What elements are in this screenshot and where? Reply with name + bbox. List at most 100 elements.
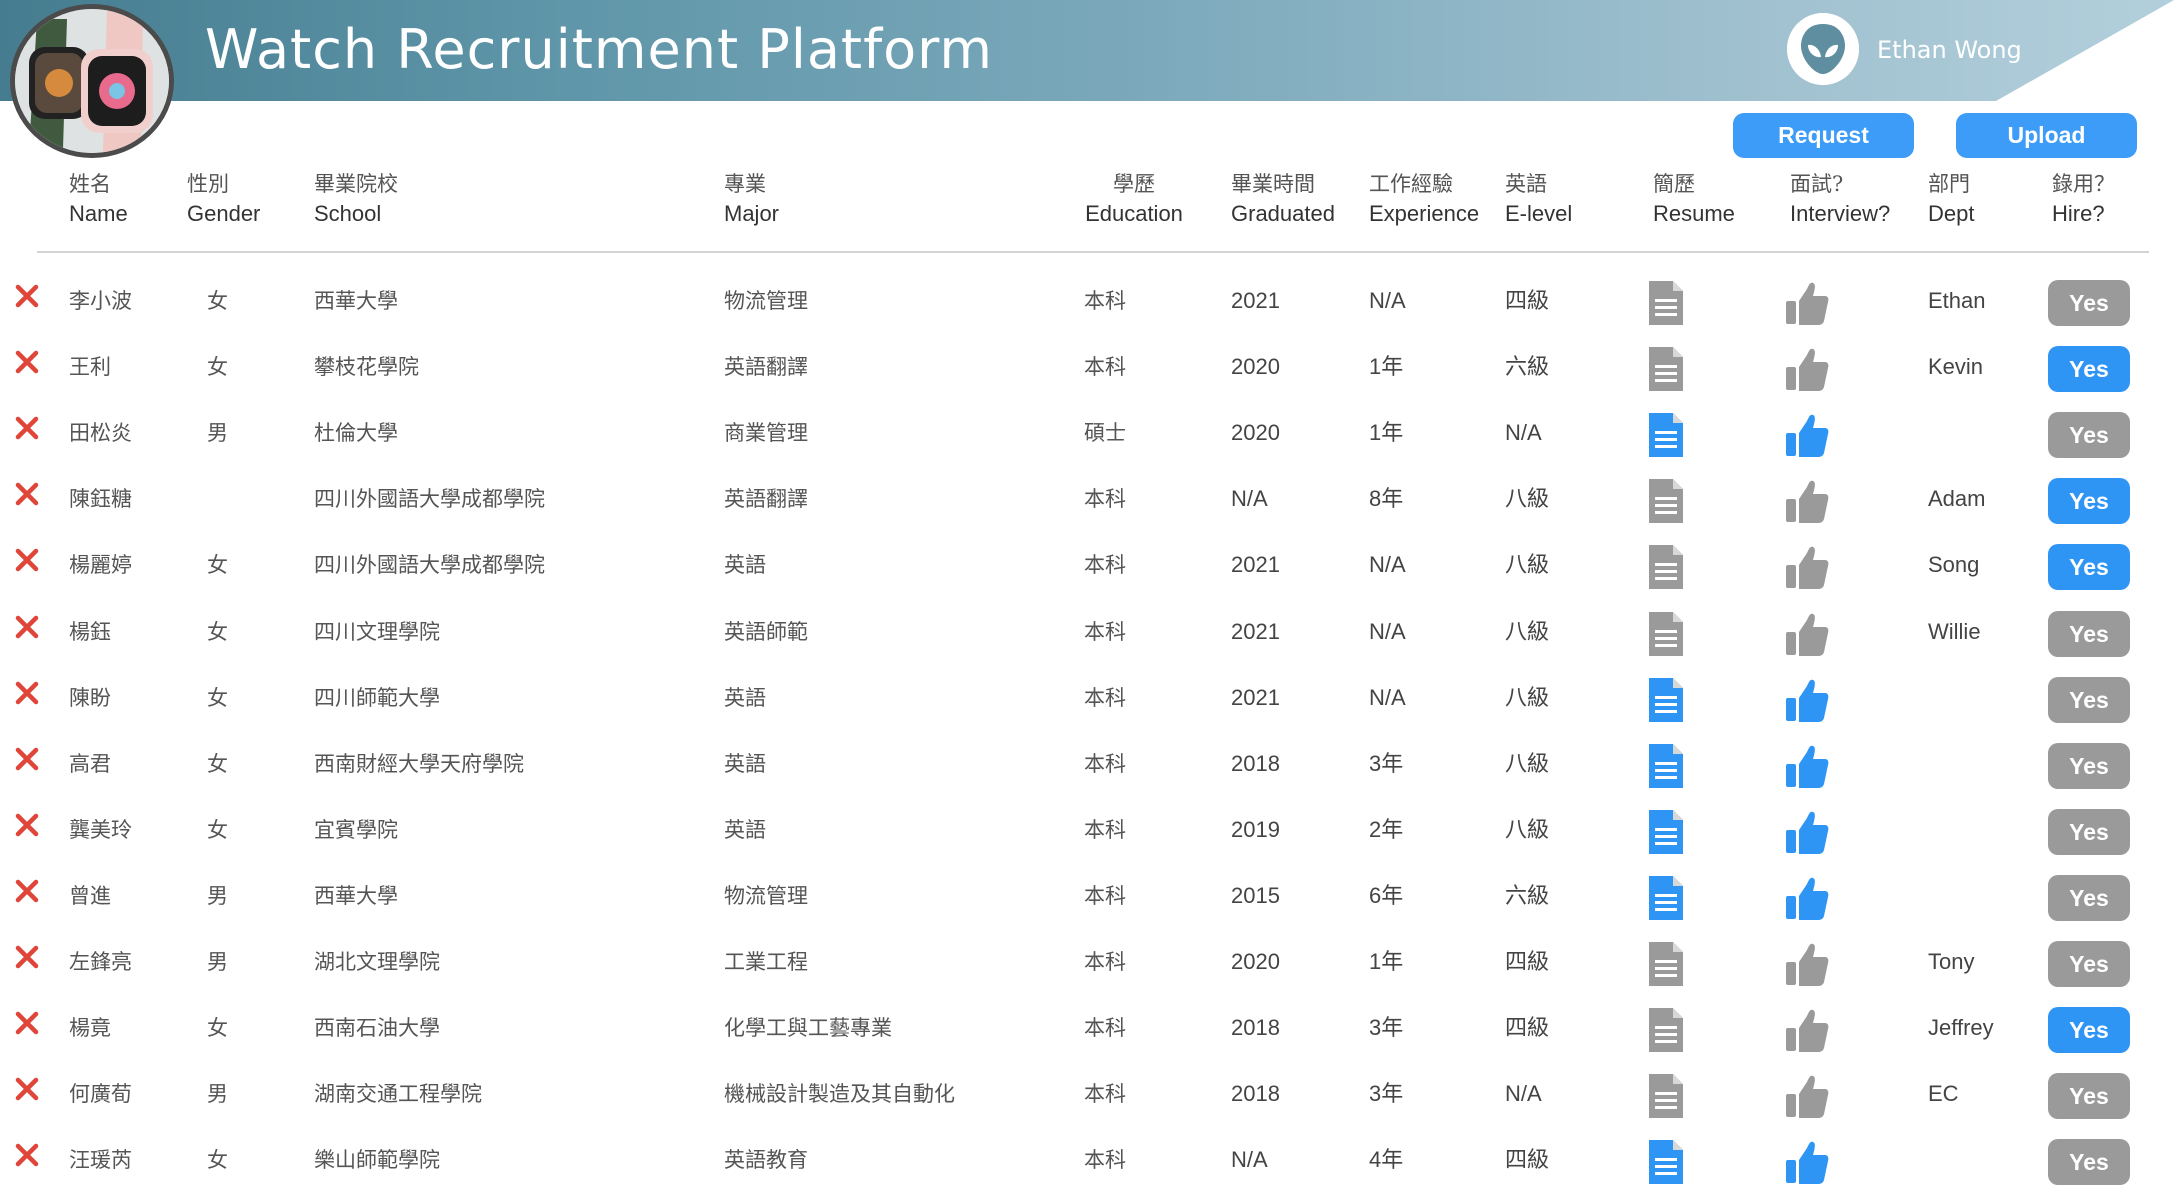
document-icon[interactable] — [1646, 1071, 1686, 1121]
hire-yes-button[interactable]: Yes — [2048, 412, 2130, 458]
candidate-experience: 6年 — [1369, 883, 1404, 908]
hire-yes-button[interactable]: Yes — [2048, 809, 2130, 855]
candidate-experience: 2年 — [1369, 817, 1404, 842]
close-x-icon[interactable] — [12, 545, 42, 575]
column-header-elevel-en: E-level — [1505, 201, 1573, 226]
candidate-major: 英語師範 — [724, 620, 808, 644]
column-header-experience[interactable]: 工作經驗 Experience — [1369, 170, 1479, 228]
thumbs-up-icon[interactable] — [1782, 807, 1832, 857]
column-header-resume[interactable]: 簡歷 Resume — [1653, 170, 1735, 228]
hire-yes-button[interactable]: Yes — [2048, 544, 2130, 590]
thumbs-up-icon[interactable] — [1782, 278, 1832, 328]
candidate-school: 四川文理學院 — [314, 620, 440, 644]
candidate-major: 英語翻譯 — [724, 355, 808, 379]
hire-yes-button[interactable]: Yes — [2048, 677, 2130, 723]
document-icon[interactable] — [1646, 542, 1686, 592]
column-header-name[interactable]: 姓名 Name — [69, 170, 128, 228]
candidate-major: 機械設計製造及其自動化 — [724, 1082, 955, 1106]
candidate-elevel: 六級 — [1505, 883, 1550, 908]
upload-button[interactable]: Upload — [1956, 113, 2137, 158]
thumbs-up-icon[interactable] — [1782, 939, 1832, 989]
document-icon[interactable] — [1646, 344, 1686, 394]
thumbs-up-icon[interactable] — [1782, 741, 1832, 791]
close-x-icon[interactable] — [12, 1074, 42, 1104]
close-x-icon[interactable] — [12, 744, 42, 774]
document-icon[interactable] — [1646, 873, 1686, 923]
close-x-icon[interactable] — [12, 612, 42, 642]
close-x-icon[interactable] — [12, 1140, 42, 1170]
document-icon[interactable] — [1646, 807, 1686, 857]
document-icon[interactable] — [1646, 410, 1686, 460]
close-x-icon[interactable] — [12, 479, 42, 509]
candidate-graduated: 2021 — [1231, 552, 1280, 577]
column-header-school[interactable]: 畢業院校 School — [314, 170, 398, 228]
column-header-dept-zh: 部門 — [1928, 172, 1970, 196]
candidate-major: 英語 — [724, 553, 766, 577]
thumbs-up-icon[interactable] — [1782, 410, 1832, 460]
document-icon[interactable] — [1646, 1137, 1686, 1187]
table-row: 王利 女 攀枝花學院 英語翻譯 本科 2020 1年 六級 Kevin Yes — [0, 334, 2174, 400]
thumbs-up-icon[interactable] — [1782, 1071, 1832, 1121]
column-header-education[interactable]: 學歷 Education — [1084, 170, 1184, 228]
close-x-icon[interactable] — [12, 413, 42, 443]
request-button[interactable]: Request — [1733, 113, 1914, 158]
thumbs-up-icon[interactable] — [1782, 873, 1832, 923]
column-header-dept[interactable]: 部門 Dept — [1928, 170, 1974, 228]
hire-yes-button[interactable]: Yes — [2048, 611, 2130, 657]
document-icon[interactable] — [1646, 609, 1686, 659]
candidate-education: 本科 — [1084, 1148, 1126, 1172]
document-icon[interactable] — [1646, 278, 1686, 328]
column-header-interview[interactable]: 面試? Interview? — [1790, 170, 1890, 228]
thumbs-up-icon[interactable] — [1782, 675, 1832, 725]
thumbs-up-icon[interactable] — [1782, 609, 1832, 659]
candidate-experience: 3年 — [1369, 1081, 1404, 1106]
column-header-major[interactable]: 專業 Major — [724, 170, 779, 228]
hire-yes-button[interactable]: Yes — [2048, 1139, 2130, 1185]
candidate-graduated: 2020 — [1231, 949, 1280, 974]
column-header-elevel[interactable]: 英語 E-level — [1505, 170, 1572, 228]
hire-yes-button[interactable]: Yes — [2048, 875, 2130, 921]
column-header-graduated[interactable]: 畢業時間 Graduated — [1231, 170, 1335, 228]
candidate-elevel: 八級 — [1505, 685, 1550, 710]
document-icon[interactable] — [1646, 1005, 1686, 1055]
candidate-major: 英語 — [724, 752, 766, 776]
thumbs-up-icon[interactable] — [1782, 542, 1832, 592]
thumbs-up-icon[interactable] — [1782, 1137, 1832, 1187]
column-header-gender[interactable]: 性別 Gender — [187, 170, 260, 228]
table-row: 楊鈺 女 四川文理學院 英語師範 本科 2021 N/A 八級 Willie Y… — [0, 599, 2174, 665]
candidate-major: 物流管理 — [724, 289, 808, 313]
thumbs-up-icon[interactable] — [1782, 1005, 1832, 1055]
candidate-education: 本科 — [1084, 1016, 1126, 1040]
close-x-icon[interactable] — [12, 876, 42, 906]
close-x-icon[interactable] — [12, 942, 42, 972]
close-x-icon[interactable] — [12, 678, 42, 708]
hire-yes-button[interactable]: Yes — [2048, 743, 2130, 789]
thumbs-up-icon[interactable] — [1782, 476, 1832, 526]
hire-yes-button[interactable]: Yes — [2048, 1007, 2130, 1053]
document-icon[interactable] — [1646, 741, 1686, 791]
document-icon[interactable] — [1646, 675, 1686, 725]
document-icon[interactable] — [1646, 939, 1686, 989]
hire-yes-button[interactable]: Yes — [2048, 1073, 2130, 1119]
candidate-gender: 女 — [207, 752, 228, 776]
thumbs-up-icon[interactable] — [1782, 344, 1832, 394]
apple-watch-logo[interactable] — [10, 4, 174, 158]
user-name[interactable]: Ethan Wong — [1877, 30, 2022, 70]
close-x-icon[interactable] — [12, 347, 42, 377]
candidate-school: 樂山師範學院 — [314, 1148, 440, 1172]
close-x-icon[interactable] — [12, 1008, 42, 1038]
close-x-icon[interactable] — [12, 810, 42, 840]
candidate-major: 商業管理 — [724, 421, 808, 445]
hire-yes-button[interactable]: Yes — [2048, 280, 2130, 326]
hire-yes-button[interactable]: Yes — [2048, 478, 2130, 524]
candidate-gender: 男 — [207, 1082, 228, 1106]
candidate-experience: N/A — [1369, 288, 1406, 313]
candidate-graduated: 2020 — [1231, 420, 1280, 445]
alien-avatar-icon[interactable] — [1787, 13, 1859, 85]
hire-yes-button[interactable]: Yes — [2048, 346, 2130, 392]
column-header-hire[interactable]: 錄用？ Hire? — [2052, 170, 2115, 228]
close-x-icon[interactable] — [12, 281, 42, 311]
candidate-experience: 4年 — [1369, 1147, 1404, 1172]
document-icon[interactable] — [1646, 476, 1686, 526]
hire-yes-button[interactable]: Yes — [2048, 941, 2130, 987]
